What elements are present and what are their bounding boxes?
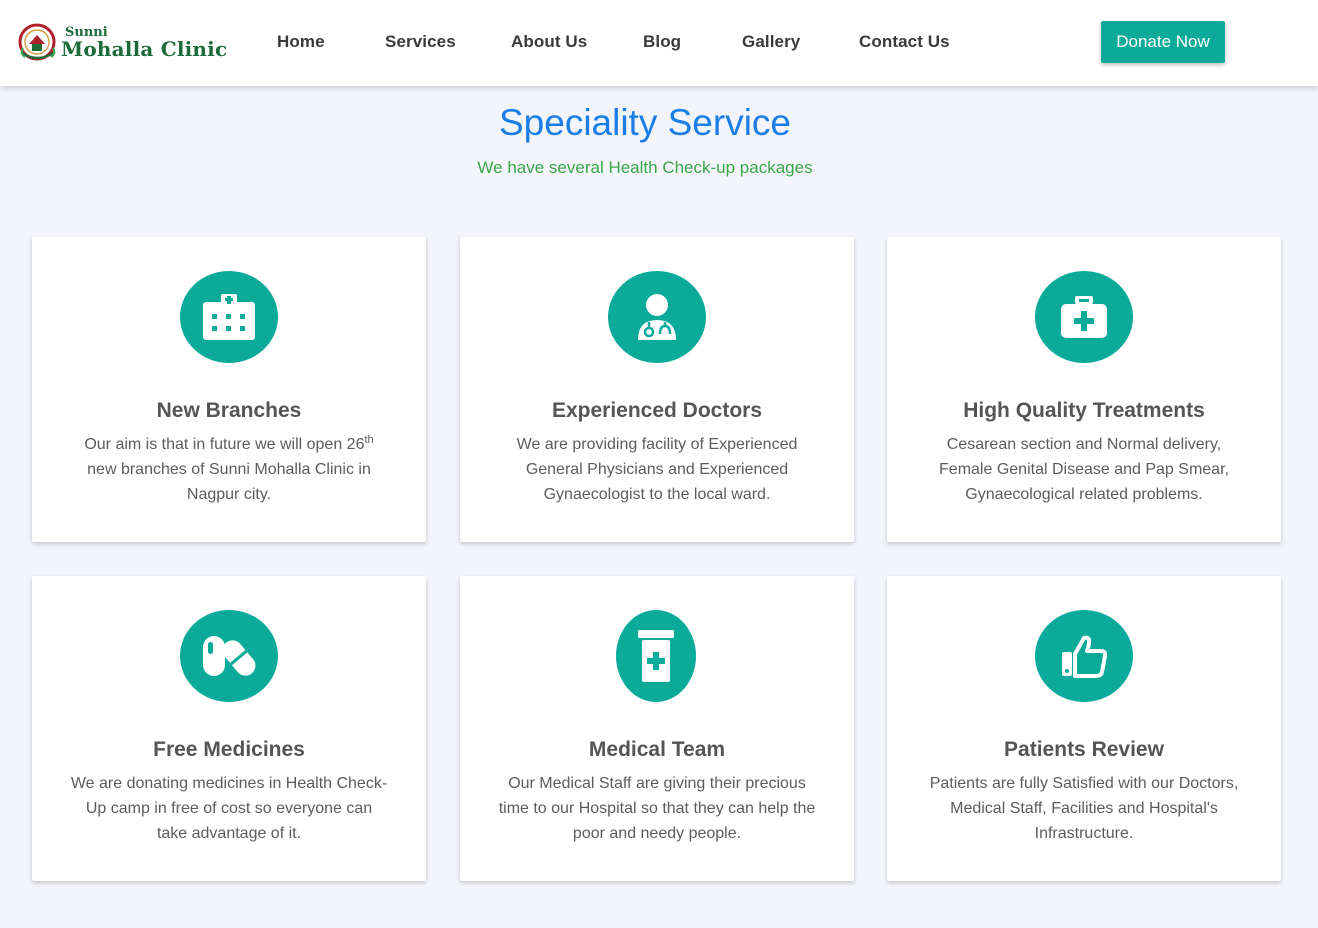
card-text: Our aim is that in future we will open 2… [84, 434, 374, 504]
card-title: New Branches [156, 399, 302, 422]
superscript-th: th [364, 434, 374, 446]
clinic-logo[interactable]: Sunni Mohalla Clinic [17, 22, 232, 62]
service-card-new-branches: New Branches Our aim is that in future w… [32, 237, 426, 542]
card-text: Our Medical Staff are giving their preci… [498, 775, 816, 842]
donate-now-button[interactable]: Donate Now [1101, 21, 1225, 63]
card-title: High Quality Treatments [963, 399, 1205, 422]
service-card-free-medicines: Free Medicines We are donating medicines… [32, 576, 426, 881]
nav-blog[interactable]: Blog [643, 32, 681, 52]
logo-text-bottom: Mohalla Clinic [61, 36, 228, 61]
card-text: Cesarean section and Normal delivery, Fe… [939, 436, 1229, 503]
service-card-experienced-doctors: Experienced Doctors We are providing fac… [460, 237, 854, 542]
doctor-icon [608, 271, 706, 363]
hospital-icon [180, 271, 278, 363]
nav-gallery[interactable]: Gallery [742, 32, 800, 52]
pills-icon [180, 610, 278, 702]
nav-about-us[interactable]: About Us [511, 32, 587, 52]
logo-emblem-icon [17, 22, 59, 62]
card-text: We are donating medicines in Health Chec… [70, 775, 388, 842]
service-card-patients-review: Patients Review Patients are fully Satis… [887, 576, 1281, 881]
prescription-bottle-icon [616, 610, 696, 702]
card-title: Free Medicines [153, 738, 305, 761]
thumbs-up-icon [1035, 610, 1133, 702]
nav-home[interactable]: Home [277, 32, 325, 52]
service-card-medical-team: Medical Team Our Medical Staff are givin… [460, 576, 854, 881]
nav-contact-us[interactable]: Contact Us [859, 32, 950, 52]
section-title: Speciality Service [498, 102, 791, 143]
nav-services[interactable]: Services [385, 32, 456, 52]
medical-kit-icon [1035, 271, 1133, 363]
card-title: Experienced Doctors [551, 399, 763, 422]
service-card-high-quality-treatments: High Quality Treatments Cesarean section… [887, 237, 1281, 542]
card-title: Patients Review [1004, 738, 1164, 761]
card-title: Medical Team [588, 738, 726, 761]
section-subtitle: We have several Health Check-up packages [477, 158, 813, 177]
card-text: Patients are fully Satisfied with our Do… [929, 775, 1239, 842]
site-header: Sunni Mohalla Clinic Home Services About… [0, 0, 1318, 86]
card-text: We are providing facility of Experienced… [516, 436, 798, 503]
